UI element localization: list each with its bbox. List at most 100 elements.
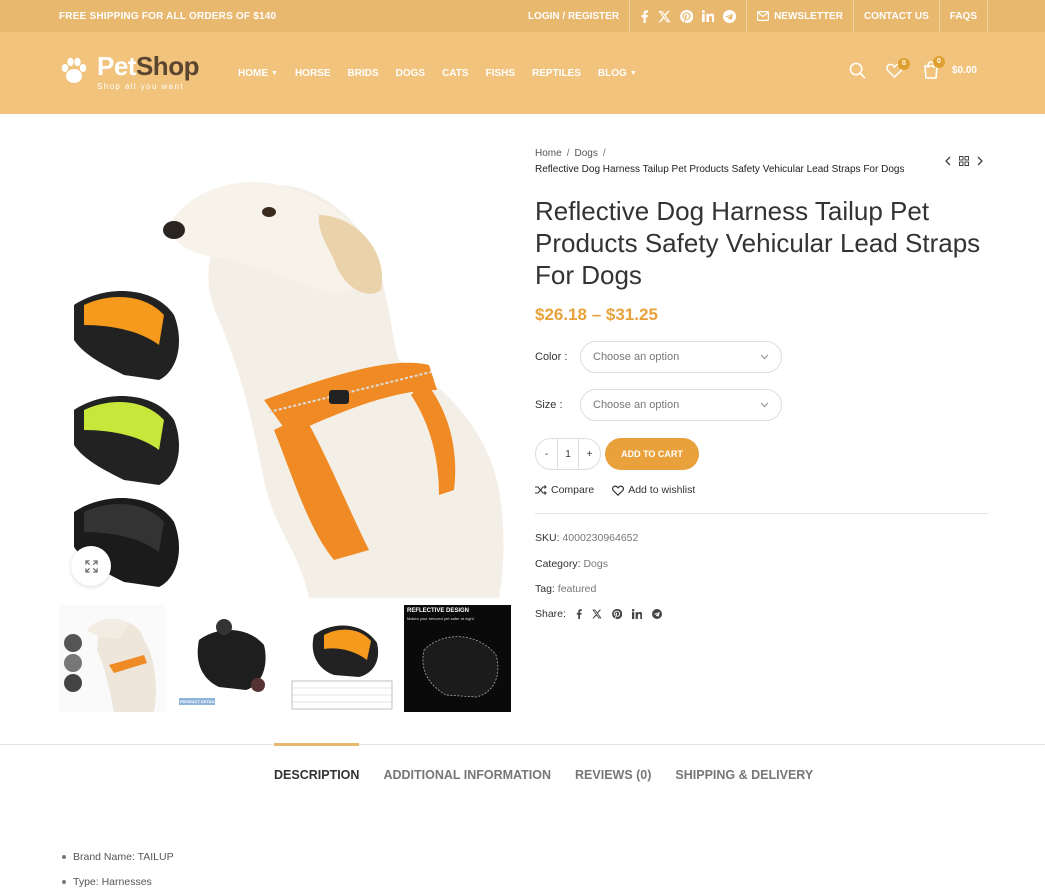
quantity-stepper: - 1 + bbox=[535, 438, 601, 470]
search-icon[interactable] bbox=[849, 62, 866, 79]
sku-value: 4000230964652 bbox=[562, 532, 639, 544]
nav-fishs[interactable]: FISHS bbox=[486, 68, 515, 79]
nav-horse[interactable]: HORSE bbox=[295, 68, 331, 79]
zoom-button[interactable] bbox=[71, 546, 111, 586]
social-links bbox=[629, 0, 746, 32]
logo-wordmark: PetShop bbox=[97, 51, 199, 81]
facebook-icon[interactable] bbox=[640, 9, 649, 23]
logo-tagline: Shop all you want bbox=[97, 82, 184, 91]
share-label: Share: bbox=[535, 608, 566, 620]
top-bar: FREE SHIPPING FOR ALL ORDERS OF $140 LOG… bbox=[0, 0, 1045, 32]
product-price: $26.18 – $31.25 bbox=[535, 305, 658, 324]
thumbnail-strip: PRODUCT DETAILS REFLECTIVE DESIGN Makes … bbox=[59, 605, 511, 712]
breadcrumb-dogs[interactable]: Dogs bbox=[574, 148, 597, 159]
wishlist-button[interactable]: 0 bbox=[886, 57, 910, 78]
product-main-image[interactable] bbox=[59, 150, 512, 598]
cart-total[interactable]: $0.00 bbox=[952, 65, 977, 76]
thumbnail-caption: PRODUCT DETAILS bbox=[180, 699, 218, 704]
login-register-link[interactable]: LOGIN / REGISTER bbox=[518, 0, 629, 32]
category-link[interactable]: Dogs bbox=[583, 558, 608, 570]
cart-button[interactable]: 0 bbox=[923, 56, 945, 79]
thumbnail-subtitle: Makes your beloved pet safer at night bbox=[407, 616, 474, 621]
chevron-down-icon bbox=[760, 402, 769, 408]
list-item: Brand Name: TAILUP bbox=[62, 851, 174, 863]
chevron-left-icon[interactable] bbox=[944, 156, 951, 166]
size-select[interactable]: Choose an option bbox=[580, 389, 782, 421]
site-logo[interactable]: PetShop Shop all you want bbox=[59, 52, 199, 91]
nav-dogs[interactable]: DOGS bbox=[396, 68, 425, 79]
telegram-icon[interactable] bbox=[651, 609, 662, 619]
paw-logo-icon bbox=[61, 57, 87, 83]
list-item: Type: Harnesses bbox=[62, 876, 174, 888]
top-bar-links: LOGIN / REGISTER NEWSLETTER CONTACT US F… bbox=[518, 0, 988, 32]
compare-button[interactable]: Compare bbox=[535, 484, 594, 496]
product-navigation bbox=[944, 156, 984, 166]
thumbnail-reflective-image bbox=[404, 605, 511, 712]
wishlist-count-badge: 0 bbox=[897, 57, 910, 70]
breadcrumb: Home / Dogs / bbox=[535, 148, 606, 159]
tab-description[interactable]: DESCRIPTION bbox=[274, 743, 360, 788]
header-icons: 0 0 $0.00 bbox=[829, 56, 977, 79]
color-label: Color : bbox=[535, 351, 568, 363]
description-list: Brand Name: TAILUP Type: Harnesses bbox=[62, 851, 174, 896]
linkedin-icon[interactable] bbox=[702, 10, 715, 22]
thumbnail-2[interactable]: PRODUCT DETAILS bbox=[174, 605, 281, 712]
cart-count-badge: 0 bbox=[932, 56, 945, 68]
add-to-wishlist-button[interactable]: Add to wishlist bbox=[612, 484, 695, 496]
thumbnail-dog-image bbox=[59, 605, 166, 712]
quantity-input[interactable]: 1 bbox=[557, 439, 579, 469]
nav-reptiles[interactable]: REPTILES bbox=[532, 68, 581, 79]
pinterest-icon[interactable] bbox=[612, 609, 622, 619]
facebook-icon[interactable] bbox=[576, 609, 582, 619]
thumbnail-details-image bbox=[174, 605, 281, 712]
heart-icon bbox=[612, 485, 625, 496]
size-label: Size : bbox=[535, 399, 563, 411]
thumbnail-1[interactable] bbox=[59, 605, 166, 712]
divider bbox=[535, 513, 988, 514]
tag-row: Tag: featured bbox=[535, 583, 597, 595]
tag-link[interactable]: featured bbox=[558, 583, 597, 595]
breadcrumb-current: Reflective Dog Harness Tailup Pet Produc… bbox=[535, 164, 905, 175]
dog-harness-photo bbox=[74, 181, 504, 598]
sku-row: SKU: 4000230964652 bbox=[535, 532, 639, 544]
promo-text: FREE SHIPPING FOR ALL ORDERS OF $140 bbox=[59, 11, 277, 22]
expand-icon bbox=[84, 559, 98, 573]
telegram-icon[interactable] bbox=[723, 9, 737, 23]
breadcrumb-home[interactable]: Home bbox=[535, 148, 562, 159]
shuffle-icon bbox=[535, 485, 547, 495]
category-row: Category: Dogs bbox=[535, 558, 608, 570]
chevron-right-icon[interactable] bbox=[977, 156, 984, 166]
newsletter-link[interactable]: NEWSLETTER bbox=[746, 0, 853, 32]
thumbnail-size-chart-image bbox=[289, 605, 396, 712]
tab-shipping-delivery[interactable]: SHIPPING & DELIVERY bbox=[675, 744, 813, 788]
grid-icon[interactable] bbox=[959, 156, 969, 166]
thumbnail-4[interactable]: REFLECTIVE DESIGN Makes your beloved pet… bbox=[404, 605, 511, 712]
chevron-down-icon: ▼ bbox=[271, 70, 278, 77]
color-select[interactable]: Choose an option bbox=[580, 341, 782, 373]
nav-cats[interactable]: CATS bbox=[442, 68, 468, 79]
envelope-icon bbox=[757, 11, 770, 21]
add-to-cart-button[interactable]: ADD TO CART bbox=[605, 438, 699, 470]
tab-reviews[interactable]: REVIEWS (0) bbox=[575, 744, 651, 788]
nav-home[interactable]: HOME ▼ bbox=[238, 68, 278, 79]
chevron-down-icon bbox=[760, 354, 769, 360]
thumbnail-title: REFLECTIVE DESIGN bbox=[407, 608, 470, 614]
product-actions: Compare Add to wishlist bbox=[535, 484, 695, 496]
nav-blog[interactable]: BLOG ▼ bbox=[598, 68, 637, 79]
product-tabs: DESCRIPTION ADDITIONAL INFORMATION REVIE… bbox=[274, 743, 837, 788]
contact-us-link[interactable]: CONTACT US bbox=[852, 0, 939, 32]
pinterest-icon[interactable] bbox=[680, 9, 694, 23]
chevron-down-icon: ▼ bbox=[629, 70, 637, 77]
product-title: Reflective Dog Harness Tailup Pet Produc… bbox=[535, 196, 981, 290]
share-row: Share: bbox=[535, 608, 662, 620]
quantity-decrease-button[interactable]: - bbox=[536, 439, 557, 469]
nav-brids[interactable]: BRIDS bbox=[348, 68, 379, 79]
main-nav: HOME ▼ HORSE BRIDS DOGS CATS FISHS REPTIL… bbox=[238, 68, 654, 79]
faqs-link[interactable]: FAQS bbox=[938, 0, 988, 32]
x-icon[interactable] bbox=[658, 10, 671, 23]
linkedin-icon[interactable] bbox=[631, 609, 642, 619]
quantity-increase-button[interactable]: + bbox=[579, 439, 600, 469]
thumbnail-3[interactable] bbox=[289, 605, 396, 712]
x-icon[interactable] bbox=[592, 609, 602, 619]
tab-additional-information[interactable]: ADDITIONAL INFORMATION bbox=[383, 744, 551, 788]
